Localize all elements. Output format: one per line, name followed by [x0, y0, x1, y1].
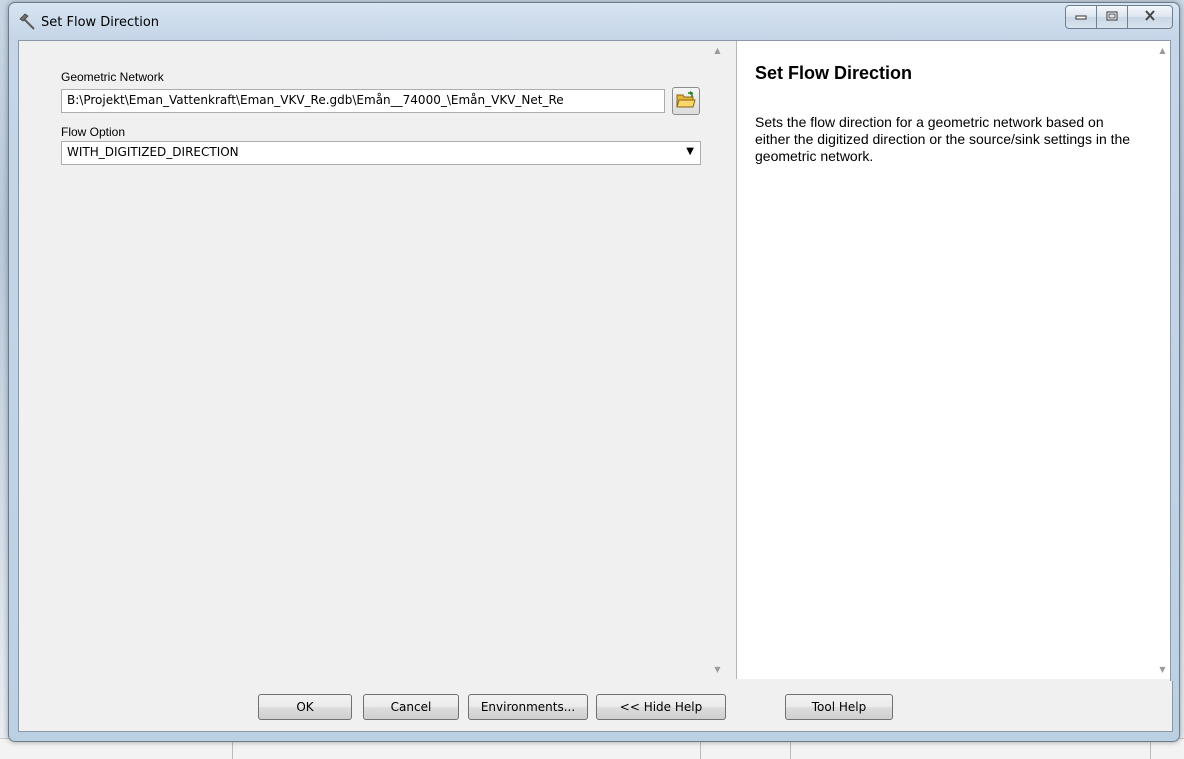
ok-button[interactable]: OK: [258, 694, 352, 720]
flow-option-label: Flow Option: [61, 125, 126, 139]
browse-button[interactable]: [672, 87, 700, 115]
title-bar[interactable]: Set Flow Direction: [9, 3, 1179, 41]
close-button[interactable]: [1127, 5, 1173, 29]
maximize-button[interactable]: [1096, 5, 1128, 29]
dialog-body: Geometric Network B:\Projekt\Eman_Vatten…: [18, 40, 1171, 682]
scroll-down-icon[interactable]: ▼: [713, 665, 722, 674]
tool-help-button[interactable]: Tool Help: [785, 694, 893, 720]
minimize-icon: [1075, 10, 1087, 24]
help-title: Set Flow Direction: [755, 63, 913, 83]
help-pane: Set Flow Direction Sets the flow directi…: [736, 41, 1170, 679]
geometric-network-label: Geometric Network: [61, 70, 164, 84]
parameters-pane: Geometric Network B:\Projekt\Eman_Vatten…: [19, 41, 725, 679]
scroll-up-icon[interactable]: ▲: [713, 46, 722, 55]
hammer-icon: [19, 13, 37, 31]
parameters-scrollbar[interactable]: ▲ ▼: [710, 41, 725, 679]
window-title: Set Flow Direction: [41, 15, 160, 30]
set-flow-direction-dialog: Set Flow Direction Geometric Network B:\…: [8, 2, 1180, 742]
caption-buttons: [1065, 5, 1173, 29]
environments-button[interactable]: Environments...: [468, 694, 588, 720]
flow-option-value: WITH_DIGITIZED_DIRECTION: [67, 145, 239, 159]
close-icon: [1144, 10, 1156, 24]
minimize-button[interactable]: [1065, 5, 1097, 29]
scroll-down-icon[interactable]: ▼: [1158, 665, 1167, 674]
scroll-up-icon[interactable]: ▲: [1158, 46, 1167, 55]
help-description: Sets the flow direction for a geometric …: [755, 114, 1131, 164]
cancel-button[interactable]: Cancel: [363, 694, 459, 720]
flow-option-dropdown[interactable]: WITH_DIGITIZED_DIRECTION ▼: [61, 141, 701, 165]
button-bar: OK Cancel Environments... << Hide Help T…: [18, 681, 1173, 732]
maximize-icon: [1106, 10, 1118, 24]
hide-help-button[interactable]: << Hide Help: [596, 694, 726, 720]
geometric-network-input[interactable]: B:\Projekt\Eman_Vattenkraft\Eman_VKV_Re.…: [61, 89, 665, 113]
chevron-down-icon: ▼: [686, 146, 694, 157]
help-scrollbar[interactable]: ▲ ▼: [1155, 41, 1170, 679]
folder-open-icon: [676, 90, 696, 112]
